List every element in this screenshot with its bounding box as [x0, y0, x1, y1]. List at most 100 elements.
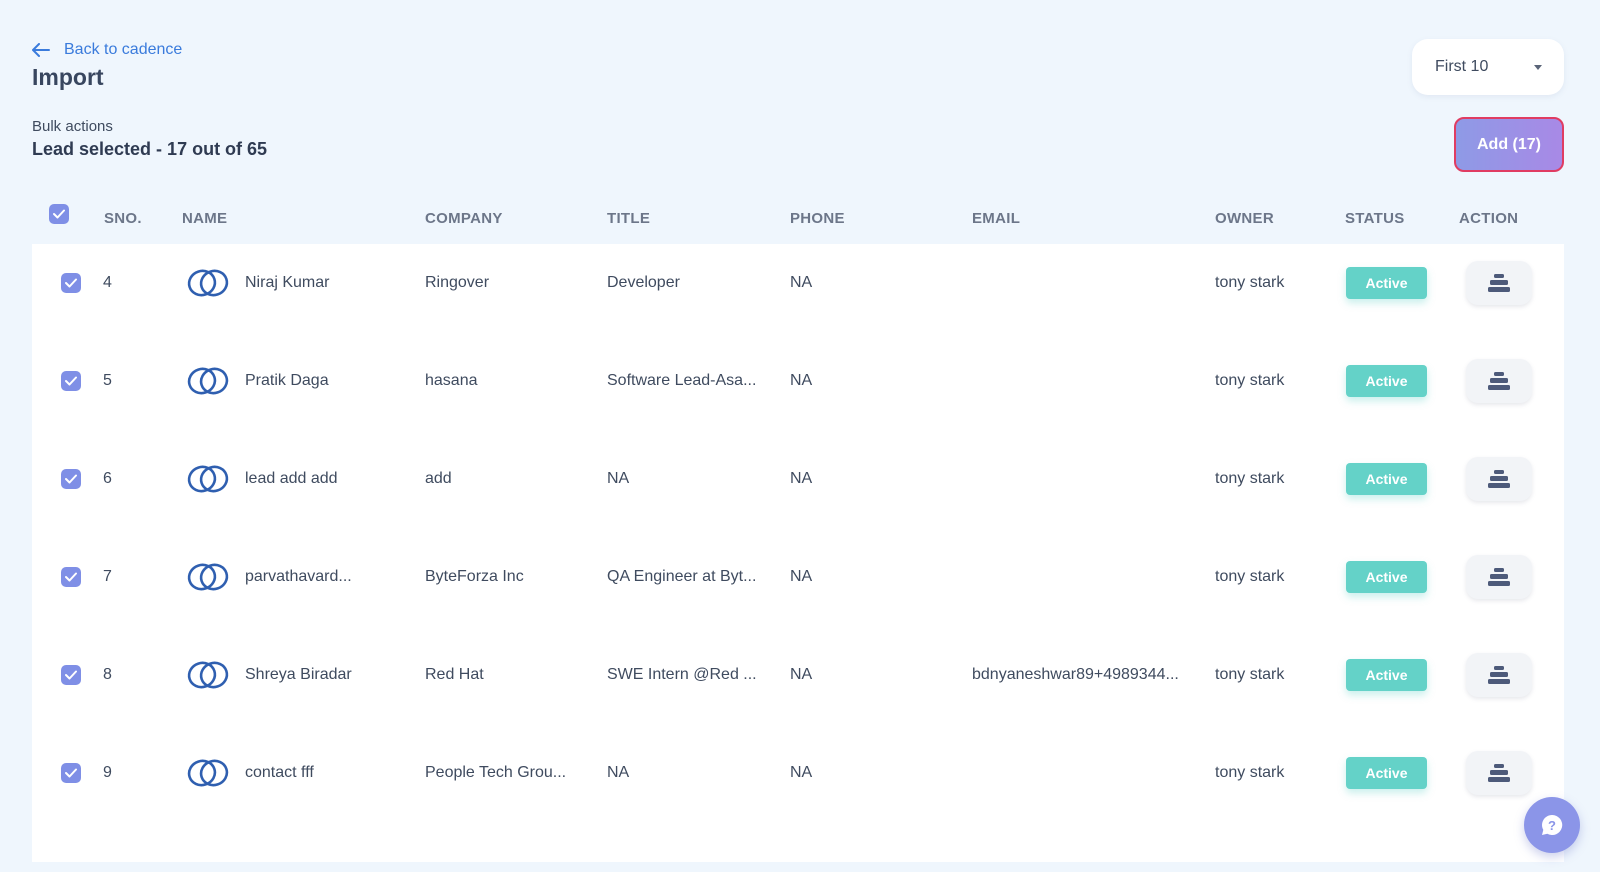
column-header-phone: PHONE: [790, 210, 845, 227]
range-select[interactable]: First 10: [1412, 39, 1564, 95]
row-title: Software Lead-Asa...: [607, 372, 757, 389]
row-checkbox[interactable]: [61, 469, 81, 489]
stack-icon: [1488, 764, 1510, 782]
check-icon: [65, 670, 77, 680]
zoho-crm-logo-icon: [187, 269, 229, 297]
row-email: bdnyaneshwar89+4989344...: [972, 666, 1179, 683]
row-action-button[interactable]: [1466, 751, 1532, 795]
zoho-crm-logo-icon: [187, 759, 229, 787]
row-company: add: [425, 470, 452, 487]
row-phone: NA: [790, 372, 813, 389]
table-row: 9 contact fff People Tech Grou... NA NA tony …: [32, 723, 1564, 823]
zoho-crm-logo-icon: [187, 465, 229, 493]
table-row: 4 Niraj Kumar Ringover Developer NA tony star…: [32, 244, 1564, 333]
caret-down-icon: [1534, 64, 1542, 70]
table-row: 8 Shreya Biradar Red Hat SWE Intern @Red ..…: [32, 625, 1564, 725]
stack-icon: [1488, 372, 1510, 390]
status-badge: Active: [1346, 659, 1427, 691]
row-checkbox[interactable]: [61, 371, 81, 391]
row-checkbox[interactable]: [61, 665, 81, 685]
row-company: hasana: [425, 372, 478, 389]
row-owner: tony stark: [1215, 372, 1285, 389]
arrow-left-icon: [32, 43, 50, 57]
status-badge: Active: [1346, 463, 1427, 495]
row-checkbox[interactable]: [61, 273, 81, 293]
column-header-name: NAME: [182, 210, 228, 227]
zoho-crm-logo-icon: [187, 563, 229, 591]
stack-icon: [1488, 470, 1510, 488]
check-icon: [65, 474, 77, 484]
row-name[interactable]: Pratik Daga: [245, 372, 329, 390]
status-badge: Active: [1346, 365, 1427, 397]
row-owner: tony stark: [1215, 274, 1285, 291]
row-sno: 7: [103, 568, 112, 585]
leads-table-body: 4 Niraj Kumar Ringover Developer NA tony star…: [32, 244, 1564, 862]
row-sno: 5: [103, 372, 112, 389]
row-name[interactable]: Shreya Biradar: [245, 666, 352, 684]
stack-icon: [1488, 568, 1510, 586]
zoho-crm-logo-icon: [187, 661, 229, 689]
row-phone: NA: [790, 470, 813, 487]
row-phone: NA: [790, 666, 813, 683]
row-sno: 6: [103, 470, 112, 487]
row-name[interactable]: contact fff: [245, 764, 314, 782]
row-company: Red Hat: [425, 666, 484, 683]
add-button[interactable]: Add (17): [1454, 117, 1564, 172]
status-badge: Active: [1346, 267, 1427, 299]
svg-text:?: ?: [1548, 818, 1556, 833]
column-header-status: STATUS: [1345, 210, 1405, 227]
row-company: People Tech Grou...: [425, 764, 567, 781]
table-header: SNO. NAME COMPANY TITLE PHONE EMAIL OWNE…: [32, 196, 1564, 240]
row-name[interactable]: parvathavard...: [245, 568, 352, 586]
row-action-button[interactable]: [1466, 359, 1532, 403]
row-owner: tony stark: [1215, 568, 1285, 585]
row-owner: tony stark: [1215, 666, 1285, 683]
zoho-crm-logo-icon: [187, 367, 229, 395]
row-title: NA: [607, 764, 630, 781]
row-name[interactable]: Niraj Kumar: [245, 274, 329, 292]
column-header-owner: OWNER: [1215, 210, 1274, 227]
row-company: ByteForza Inc: [425, 568, 524, 585]
column-header-company: COMPANY: [425, 210, 503, 227]
status-badge: Active: [1346, 757, 1427, 789]
status-badge: Active: [1346, 561, 1427, 593]
row-title: SWE Intern @Red ...: [607, 666, 757, 683]
row-owner: tony stark: [1215, 470, 1285, 487]
row-checkbox[interactable]: [61, 567, 81, 587]
column-header-action: ACTION: [1459, 210, 1519, 227]
select-all-checkbox[interactable]: [49, 204, 69, 224]
column-header-title: TITLE: [607, 210, 651, 227]
stack-icon: [1488, 274, 1510, 292]
row-title: Developer: [607, 274, 680, 291]
column-header-sno: SNO.: [104, 210, 142, 227]
bulk-actions-label: Bulk actions: [32, 118, 113, 135]
row-company: Ringover: [425, 274, 490, 291]
lead-selected-count: Lead selected - 17 out of 65: [32, 139, 268, 159]
row-phone: NA: [790, 764, 813, 781]
row-action-button[interactable]: [1466, 555, 1532, 599]
back-to-cadence-link[interactable]: Back to cadence: [32, 41, 182, 59]
check-icon: [53, 209, 65, 219]
row-phone: NA: [790, 274, 813, 291]
help-chat-button[interactable]: ?: [1524, 797, 1580, 853]
chat-help-icon: ?: [1542, 814, 1563, 835]
row-title: NA: [607, 470, 630, 487]
row-name[interactable]: lead add add: [245, 470, 338, 488]
row-sno: 9: [103, 764, 112, 781]
column-header-email: EMAIL: [972, 210, 1021, 227]
stack-icon: [1488, 666, 1510, 684]
row-action-button[interactable]: [1466, 653, 1532, 697]
row-sno: 8: [103, 666, 112, 683]
row-checkbox[interactable]: [61, 763, 81, 783]
row-action-button[interactable]: [1466, 457, 1532, 501]
table-row: 7 parvathavard... ByteForza Inc QA Engineer…: [32, 527, 1564, 627]
row-sno: 4: [103, 274, 112, 291]
check-icon: [65, 376, 77, 386]
check-icon: [65, 278, 77, 288]
table-row: 5 Pratik Daga hasana Software Lead-Asa... NA…: [32, 331, 1564, 431]
table-row: 6 lead add add add NA NA tony stark Active: [32, 429, 1564, 529]
check-icon: [65, 572, 77, 582]
row-action-button[interactable]: [1466, 261, 1532, 305]
row-title: QA Engineer at Byt...: [607, 568, 757, 585]
range-select-value: First 10: [1435, 58, 1489, 75]
